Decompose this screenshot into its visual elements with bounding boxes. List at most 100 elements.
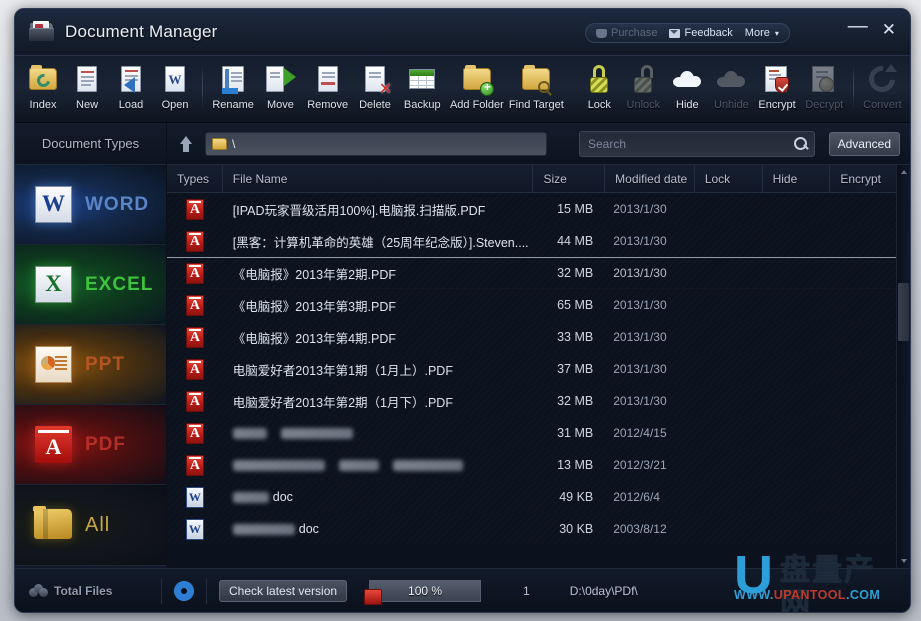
purchase-button[interactable]: Purchase (596, 27, 657, 39)
table-row[interactable]: 《电脑报》2013年第3期.PDF 65 MB 2013/1/30 (167, 289, 910, 321)
toolbar-label-lock: Lock (587, 99, 611, 111)
column-header-size[interactable]: Size (533, 164, 606, 193)
toolbar-label-unhide: Unhide (713, 99, 749, 111)
close-button[interactable]: ✕ (882, 21, 896, 38)
toolbar-label-backup: Backup (403, 99, 441, 111)
cell-modified-date: 2012/4/15 (613, 426, 667, 440)
toolbar-button-move[interactable]: Move (258, 60, 302, 122)
toolbar-button-add-folder[interactable]: Add Folder (448, 60, 507, 122)
table-row[interactable]: 《电脑报》2013年第4期.PDF 33 MB 2013/1/30 (167, 321, 910, 353)
file-name-text: 《电脑报》2013年第2期.PDF (232, 267, 396, 282)
sidebar-item-pdf[interactable]: PDF (15, 405, 166, 485)
table-row[interactable]: doc 30 KB 2003/8/12 (167, 513, 910, 545)
toolbar-label-move: Move (266, 99, 294, 111)
title-bar: Document Manager Purchase Feedback More … (15, 9, 910, 55)
search-input[interactable] (588, 136, 792, 151)
table-row[interactable]: 31 MB 2012/4/15 (167, 417, 910, 449)
toolbar-button-delete[interactable]: ✕ Delete (353, 60, 397, 122)
toolbar-label-find-target: Find Target (508, 99, 564, 111)
minimize-button[interactable]: — (848, 16, 868, 36)
up-arrow-icon[interactable] (175, 133, 197, 155)
cell-size: 33 MB (557, 330, 594, 344)
path-input[interactable]: \ (205, 131, 547, 156)
cell-modified-date: 2013/1/30 (613, 266, 667, 280)
toolbar-button-encrypt[interactable]: Encrypt (753, 60, 800, 122)
purchase-label: Purchase (611, 27, 658, 39)
more-menu-button[interactable]: More ▾ (745, 27, 779, 39)
toolbar-button-remove[interactable]: Remove (302, 60, 353, 122)
toolbar-button-backup[interactable]: Backup (397, 60, 448, 122)
toolbar-button-new[interactable]: New (65, 60, 109, 122)
cell-size: 65 MB (557, 298, 594, 312)
sidebar-item-ppt[interactable]: PPT (15, 325, 166, 405)
cloud-hide-icon (671, 63, 703, 95)
toolbar-label-add-folder: Add Folder (449, 99, 504, 111)
toolbar-button-unlock[interactable]: Unlock (621, 60, 665, 122)
toolbar-button-decrypt[interactable]: Decrypt (801, 60, 848, 122)
table-row[interactable]: [IPAD玩家晋级活用100%].电脑报.扫描版.PDF 15 MB 2013/1/… (167, 193, 910, 225)
table-row[interactable]: 《电脑报》2013年第2期.PDF 32 MB 2013/1/30 (167, 257, 910, 289)
column-header-types[interactable]: Types (167, 164, 223, 193)
cell-modified-date: 2013/1/30 (613, 298, 667, 312)
toolbar-button-open[interactable]: W Open (153, 60, 197, 122)
sidebar-item-word[interactable]: WORD (15, 165, 166, 245)
cell-file-name (223, 417, 534, 449)
pdf-icon (33, 424, 75, 466)
cell-hide (763, 353, 831, 385)
toolbar-button-load[interactable]: Load (109, 60, 153, 122)
toolbar-button-convert[interactable]: Convert (859, 60, 906, 122)
feedback-button[interactable]: Feedback (669, 27, 733, 39)
toolbar-button-hide[interactable]: Hide (665, 60, 709, 122)
sidebar-item-excel[interactable]: EXCEL (15, 245, 166, 325)
search-icon[interactable] (792, 135, 810, 153)
table-row[interactable]: 电脑爱好者2013年第2期（1月下）.PDF 32 MB 2013/1/30 (167, 385, 910, 417)
column-header-file-name[interactable]: File Name (223, 164, 534, 193)
cell-lock (695, 225, 763, 257)
cell-type (167, 449, 223, 481)
cell-hide (763, 449, 831, 481)
table-row[interactable]: doc 49 KB 2012/6/4 (167, 481, 910, 513)
sidebar-label-word: WORD (85, 193, 150, 215)
scroll-up-icon[interactable] (897, 165, 910, 179)
table-row[interactable]: [黑客：计算机革命的英雄（25周年纪念版）].Steven.... 44 MB 20… (167, 225, 910, 257)
cell-hide (763, 225, 831, 257)
cell-modified-date: 2013/1/30 (613, 330, 667, 344)
column-header-hide[interactable]: Hide (763, 164, 831, 193)
column-header-lock[interactable]: Lock (695, 164, 763, 193)
toolbar-button-unhide[interactable]: Unhide (709, 60, 753, 122)
toolbar-button-lock[interactable]: Lock (577, 60, 621, 122)
cell-modified-date: 2013/1/30 (613, 234, 667, 248)
cell-file-name: 《电脑报》2013年第2期.PDF (223, 258, 534, 288)
advanced-search-button[interactable]: Advanced (828, 131, 900, 156)
search-box[interactable] (579, 130, 815, 157)
toolbar-button-find-target[interactable]: Find Target (506, 60, 566, 122)
watermark-url: WWW.UPANTOOL.COM (734, 588, 880, 602)
cell-lock (695, 258, 763, 288)
encrypt-shield-icon (761, 63, 793, 95)
cell-size: 13 MB (557, 458, 594, 472)
table-row[interactable]: 电脑爱好者2013年第1期（1月上）.PDF 37 MB 2013/1/30 (167, 353, 910, 385)
sidebar-label-pdf: PDF (85, 433, 126, 455)
check-latest-version-button[interactable]: Check latest version (219, 579, 348, 602)
decrypt-icon (808, 63, 840, 95)
toolbar-button-index[interactable]: Index (21, 60, 65, 122)
cell-modified-date: 2013/1/30 (613, 362, 667, 376)
table-row[interactable]: 13 MB 2012/3/21 (167, 449, 910, 481)
scrollbar-thumb[interactable] (898, 283, 909, 341)
vertical-scrollbar[interactable] (896, 165, 910, 568)
cell-size: 31 MB (557, 426, 594, 440)
column-header-modified-date[interactable]: Modified date (605, 164, 695, 193)
cell-modified-date: 2013/1/30 (613, 394, 667, 408)
pdf-badge-icon (364, 588, 383, 605)
cell-file-name: doc (223, 513, 534, 545)
toolbar-label-new: New (76, 99, 99, 111)
cell-lock (695, 193, 763, 225)
toolbar-divider-1 (202, 64, 203, 110)
scroll-down-icon[interactable] (897, 554, 910, 568)
status-total-files-label: Total Files (54, 583, 113, 598)
sidebar-item-all[interactable]: All (15, 485, 166, 565)
gear-icon[interactable] (174, 580, 194, 601)
toolbar-button-rename[interactable]: Rename (208, 60, 259, 122)
status-total-files[interactable]: Total Files (29, 584, 149, 598)
sidebar: Document Types WORD EXCEL PPT (15, 123, 167, 603)
